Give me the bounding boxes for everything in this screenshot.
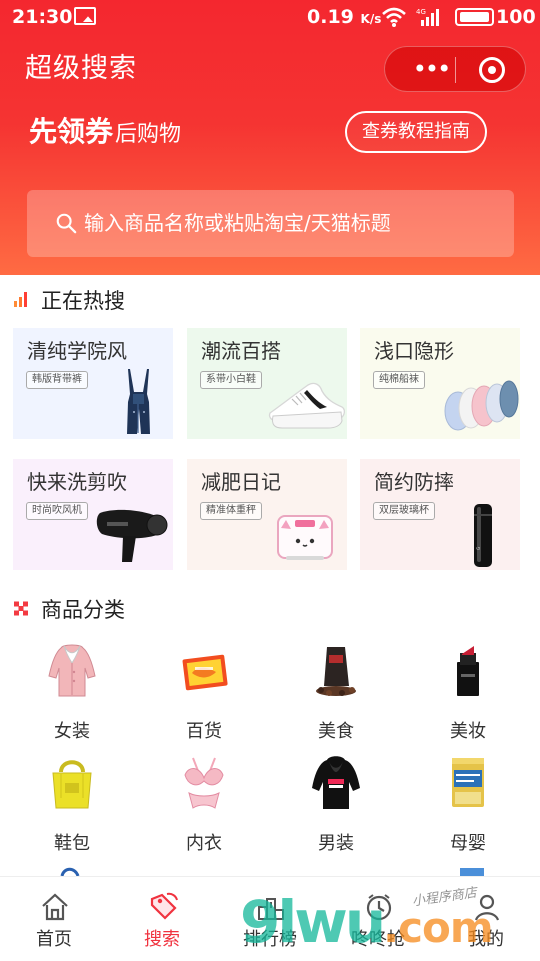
scale-icon: [277, 515, 333, 560]
category-label: 美食: [318, 721, 354, 742]
hot-card-title: 清纯学院风: [27, 339, 127, 363]
app-title: 超级搜索: [25, 53, 137, 84]
status-time: 21:30: [12, 6, 73, 28]
user-icon: [474, 894, 500, 921]
coupon-title-light: 后购物: [115, 122, 182, 147]
status-bar: 21:30 0.19 K/s 4G 100: [0, 0, 540, 34]
alarm-clock-icon: [366, 894, 392, 921]
overalls-icon: [127, 369, 150, 434]
coffee-beans-icon: [316, 647, 356, 696]
gallery-icon: [74, 7, 96, 25]
hot-card-title: 减肥日记: [201, 470, 281, 494]
tag-search-icon: [150, 892, 178, 920]
tab-label: 我的: [468, 929, 504, 950]
signal-icon: 4G: [416, 8, 439, 26]
women-coat-icon: [48, 644, 96, 697]
svg-text:G: G: [476, 547, 481, 550]
tab-home[interactable]: 首页: [0, 877, 108, 961]
hot-card-hair-dryer[interactable]: 快来洗剪吹 时尚吹风机: [13, 459, 173, 570]
hot-card-title: 简约防摔: [374, 470, 454, 494]
category-title: 商品分类: [41, 598, 125, 622]
category-grid-icon: [14, 601, 28, 616]
coupon-title-bold: 先领券: [29, 115, 114, 148]
category-shoes-bags[interactable]: 鞋包: [16, 754, 128, 866]
tab-flash-sale[interactable]: 咚咚抢: [324, 877, 432, 961]
more-icon[interactable]: •••: [409, 57, 453, 83]
hot-card-tag: 双层玻璃杯: [373, 502, 435, 520]
category-food[interactable]: 美食: [280, 642, 392, 754]
hot-card-title: 潮流百搭: [201, 339, 281, 363]
network-type: 4G: [416, 8, 426, 16]
hot-search-title: 正在热搜: [41, 289, 125, 313]
hot-card-tag: 系带小白鞋: [200, 371, 262, 389]
category-label: 百货: [186, 721, 222, 742]
search-icon: [56, 213, 77, 234]
category-label: 男装: [318, 833, 354, 854]
hot-card-academy-overalls[interactable]: 清纯学院风 韩版背带裤: [13, 328, 173, 439]
tote-bag-icon: [52, 760, 92, 809]
search-input[interactable]: 输入商品名称或粘贴淘宝/天猫标题: [27, 190, 514, 257]
hot-card-glass-cup[interactable]: 简约防摔 双层玻璃杯 G: [360, 459, 520, 570]
search-header: 21:30 0.19 K/s 4G 100 超级搜索 ••• 先领券后购物 查券…: [0, 0, 540, 275]
hot-bars-icon: [14, 292, 27, 307]
tab-label: 排行榜: [243, 929, 297, 950]
bottom-tabbar: 首页 搜索 排行榜 咚咚抢 我的: [0, 876, 540, 960]
hot-card-tag: 时尚吹风机: [26, 502, 88, 520]
category-men-clothing[interactable]: 男装: [280, 754, 392, 866]
hot-search-heading: 正在热搜: [0, 282, 540, 320]
glass-cup-icon: G: [474, 504, 492, 567]
hot-card-boat-socks[interactable]: 浅口隐形 纯棉船袜: [360, 328, 520, 439]
category-lingerie[interactable]: 内衣: [148, 754, 260, 866]
category-women-clothing[interactable]: 女装: [16, 642, 128, 754]
tab-label: 搜索: [144, 929, 180, 950]
hoodie-icon: [312, 756, 360, 809]
tab-search[interactable]: 搜索: [108, 877, 216, 961]
coupon-guide-button[interactable]: 查券教程指南: [345, 111, 487, 153]
category-label: 内衣: [186, 833, 222, 854]
hair-dryer-icon: [96, 509, 168, 562]
socks-icon: [444, 380, 519, 431]
tab-ranking[interactable]: 排行榜: [216, 877, 324, 961]
hot-card-weight-scale[interactable]: 减肥日记 精准体重秤: [187, 459, 347, 570]
hot-card-title: 快来洗剪吹: [27, 470, 127, 494]
sneaker-icon: [268, 382, 346, 429]
shopping-card-icon: [182, 654, 228, 691]
formula-can-icon: [452, 758, 484, 807]
lipstick-icon: [457, 646, 479, 696]
category-label: 母婴: [450, 833, 486, 854]
hot-card-tag: 纯棉船袜: [373, 371, 425, 389]
close-icon[interactable]: [479, 57, 505, 83]
coupon-title: 先领券后购物: [29, 111, 181, 153]
category-general-merchandise[interactable]: 百货: [148, 642, 260, 754]
category-label: 美妆: [450, 721, 486, 742]
wifi-icon: [382, 7, 406, 27]
hot-card-title: 浅口隐形: [374, 339, 454, 363]
tab-label: 咚咚抢: [351, 929, 405, 950]
hot-card-tag: 韩版背带裤: [26, 371, 88, 389]
search-placeholder: 输入商品名称或粘贴淘宝/天猫标题: [84, 211, 391, 235]
lingerie-icon: [184, 757, 224, 809]
next-category-row: [60, 867, 484, 876]
battery-level: 100: [496, 6, 536, 28]
tab-label: 首页: [36, 929, 72, 950]
network-speed: 0.19 K/s: [307, 6, 382, 28]
home-icon: [42, 893, 68, 921]
category-makeup[interactable]: 美妆: [412, 642, 524, 754]
category-heading: 商品分类: [0, 591, 540, 629]
hot-card-tag: 精准体重秤: [200, 502, 262, 520]
mini-program-capsule: •••: [384, 46, 526, 92]
capsule-divider: [455, 57, 456, 83]
battery-icon: [455, 8, 494, 26]
hot-card-white-sneakers[interactable]: 潮流百搭 系带小白鞋: [187, 328, 347, 439]
category-label: 鞋包: [54, 833, 90, 854]
category-mother-baby[interactable]: 母婴: [412, 754, 524, 866]
category-label: 女装: [54, 721, 90, 742]
podium-icon: [258, 898, 284, 920]
tab-mine[interactable]: 我的: [432, 877, 540, 961]
